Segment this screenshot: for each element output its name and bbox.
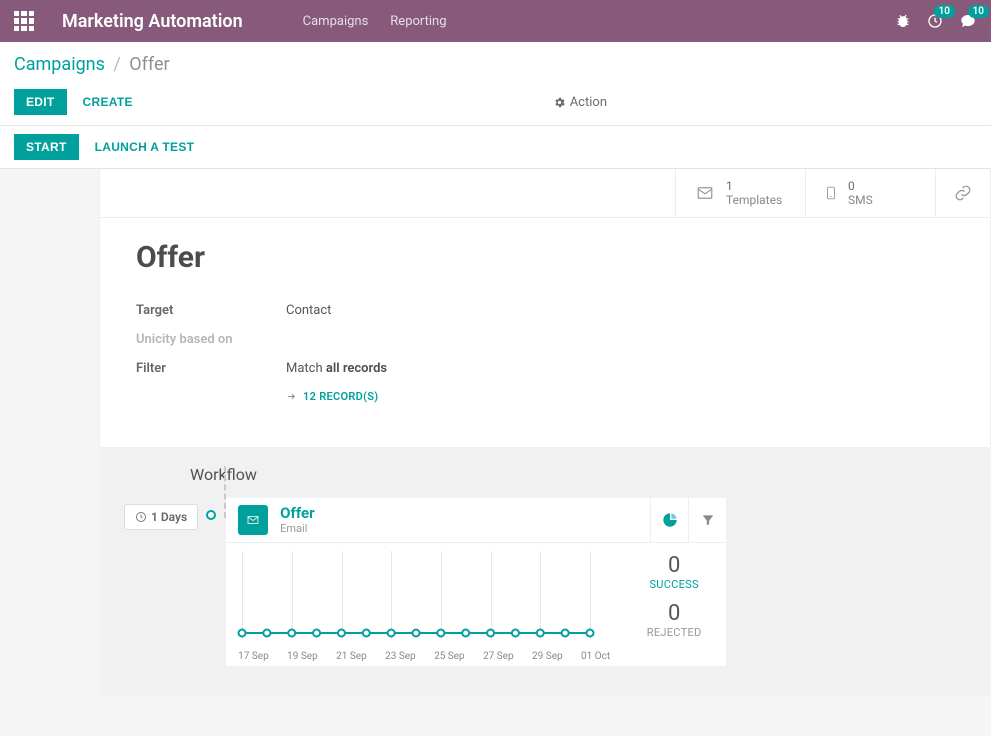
toolbar: EDIT CREATE Action — [0, 83, 991, 126]
rejected-label: REJECTED — [622, 626, 726, 639]
form-sheet: 1 Templates 0 SMS Offer — [100, 169, 990, 447]
activity-card: Offer Email — [226, 498, 726, 666]
success-label: SUCCESS — [622, 578, 726, 591]
app-title: Marketing Automation — [62, 11, 243, 32]
label-filter: Filter — [136, 361, 286, 376]
gear-icon — [553, 96, 566, 109]
clock-icon — [135, 511, 147, 523]
label-unicity: Unicity based on — [136, 332, 286, 347]
x-tick: 23 Sep — [385, 651, 416, 662]
stat-buttons: 1 Templates 0 SMS — [100, 169, 990, 218]
delay-badge[interactable]: 1 Days — [124, 504, 198, 530]
x-tick: 27 Sep — [483, 651, 514, 662]
action-menu[interactable]: Action — [553, 95, 607, 110]
start-button[interactable]: START — [14, 134, 79, 160]
activity-icon[interactable]: 10 — [927, 13, 943, 29]
envelope-icon — [694, 184, 716, 202]
envelope-solid-icon — [238, 505, 268, 535]
stat-sms[interactable]: 0 SMS — [805, 169, 935, 217]
label-target: Target — [136, 303, 286, 318]
action-label: Action — [570, 95, 607, 110]
x-tick: 17 Sep — [238, 651, 269, 662]
breadcrumb: Campaigns / Offer — [0, 42, 991, 83]
chat-badge: 10 — [968, 5, 989, 18]
nav-reporting[interactable]: Reporting — [390, 14, 446, 29]
breadcrumb-parent[interactable]: Campaigns — [14, 54, 105, 75]
value-target: Contact — [286, 303, 331, 318]
nav-campaigns[interactable]: Campaigns — [303, 14, 369, 29]
x-tick: 25 Sep — [434, 651, 465, 662]
stat-link[interactable] — [935, 169, 990, 217]
breadcrumb-current: Offer — [129, 54, 169, 75]
records-link[interactable]: 12 RECORD(S) — [286, 390, 378, 403]
launch-test-button[interactable]: LAUNCH A TEST — [83, 134, 207, 160]
workflow-section: Workflow 1 Days Offer Email — [100, 447, 990, 696]
funnel-icon — [701, 513, 715, 527]
nav-links: Campaigns Reporting — [303, 14, 447, 29]
bug-icon[interactable] — [895, 13, 911, 29]
apps-icon[interactable] — [14, 11, 34, 31]
rejected-count: 0 — [622, 601, 726, 626]
workflow-title: Workflow — [190, 465, 966, 484]
success-count: 0 — [622, 553, 726, 578]
link-icon — [954, 184, 972, 202]
pie-chart-icon — [662, 512, 678, 528]
topbar: Marketing Automation Campaigns Reporting… — [0, 0, 991, 42]
activity-badge: 10 — [934, 5, 955, 18]
templates-label: Templates — [726, 193, 782, 207]
x-tick: 29 Sep — [532, 651, 563, 662]
activity-header[interactable]: Offer Email — [226, 498, 650, 542]
phone-icon — [824, 183, 838, 203]
filter-button[interactable] — [688, 498, 726, 542]
chart-toggle-button[interactable] — [650, 498, 688, 542]
sms-count: 0 — [848, 179, 873, 193]
stat-templates[interactable]: 1 Templates — [675, 169, 805, 217]
statusbar: START LAUNCH A TEST — [0, 126, 991, 169]
sms-label: SMS — [848, 193, 873, 207]
workflow-connector — [224, 466, 226, 518]
workflow-node — [206, 510, 216, 520]
chat-icon[interactable]: 10 — [959, 13, 977, 29]
templates-count: 1 — [726, 179, 782, 193]
create-button[interactable]: CREATE — [71, 89, 145, 115]
activity-name: Offer — [280, 505, 315, 522]
x-tick: 19 Sep — [287, 651, 318, 662]
x-tick: 21 Sep — [336, 651, 367, 662]
activity-chart: 17 Sep 19 Sep 21 Sep 23 Sep 25 Sep 27 Sep 29 S… — [226, 543, 622, 666]
record-title: Offer — [136, 240, 954, 275]
x-tick: 01 Oct — [581, 651, 610, 662]
value-filter: Match all records — [286, 361, 387, 376]
edit-button[interactable]: EDIT — [14, 89, 67, 115]
activity-type: Email — [280, 522, 315, 535]
